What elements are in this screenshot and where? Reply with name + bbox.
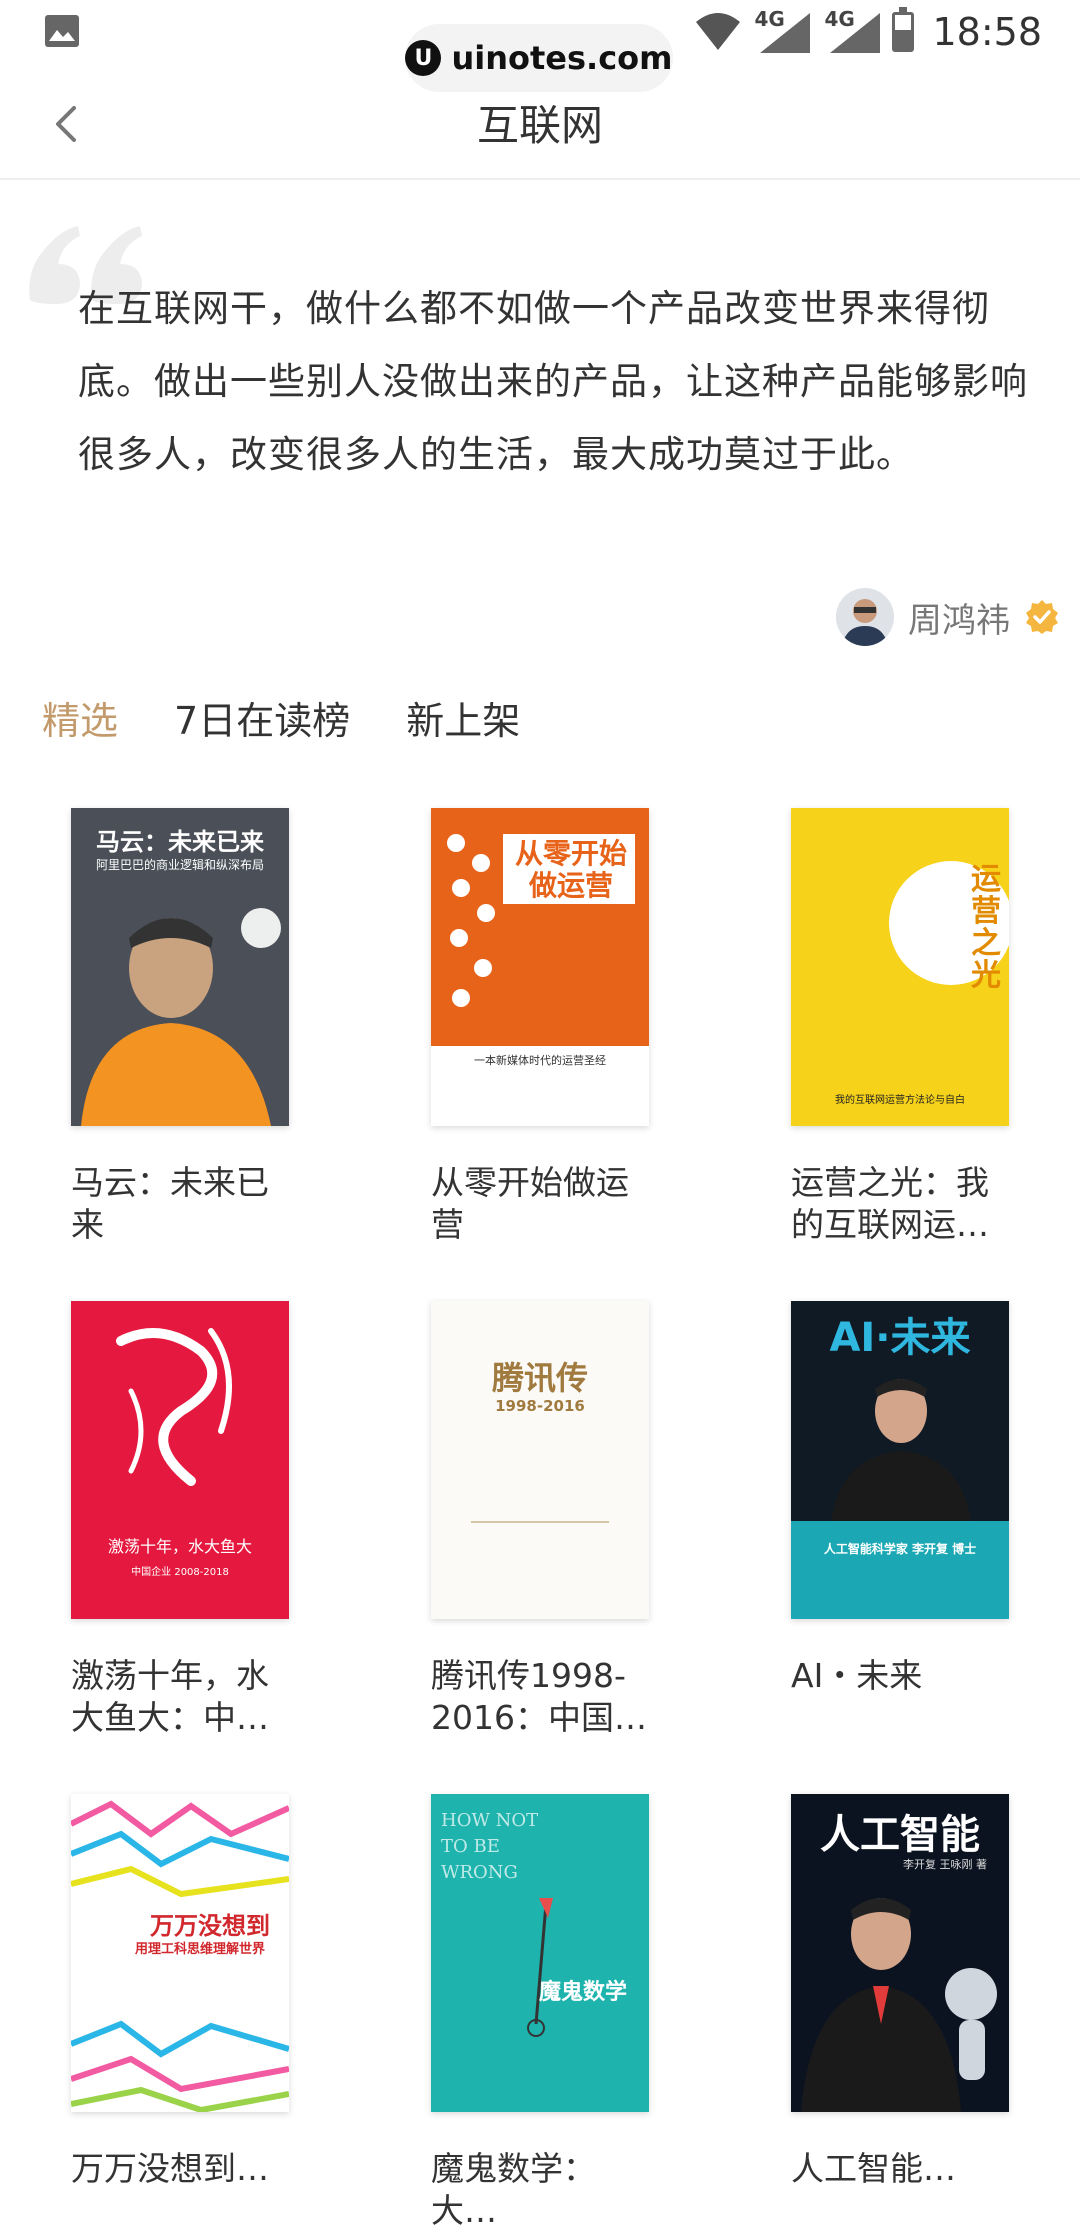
book-card-mayun[interactable]: 马云：未来已来 阿里巴巴的商业逻辑和纵深布局 马云：未来已来 bbox=[71, 808, 291, 1246]
signal-icon-2: 4G bbox=[822, 7, 882, 55]
book-title: 马云：未来已来 bbox=[71, 1163, 269, 1244]
book-cover: 马云：未来已来 阿里巴巴的商业逻辑和纵深布局 bbox=[71, 808, 289, 1126]
book-cover: 激荡十年，水大鱼大 中国企业 2008-2018 bbox=[71, 1301, 289, 1619]
cover-title: AI·未来 bbox=[829, 1315, 971, 1361]
network-type-2: 4G bbox=[824, 7, 855, 31]
signal-icon-1: 4G bbox=[752, 7, 812, 55]
cover-portrait bbox=[831, 1379, 971, 1521]
cover-subtitle: 用理工科思维理解世界 bbox=[134, 1942, 265, 1957]
book-card-jidang[interactable]: 激荡十年，水大鱼大 中国企业 2008-2018 激荡十年，水大鱼大：中… bbox=[71, 1301, 291, 1739]
cover-title: 腾讯传 bbox=[491, 1359, 588, 1397]
avatar bbox=[836, 588, 894, 646]
cover-calligraphy bbox=[116, 1328, 232, 1486]
cover-title: 激荡十年，水大鱼大 bbox=[107, 1537, 252, 1556]
book-title: 从零开始做运营 bbox=[431, 1163, 629, 1244]
book-cover: 运营之光 我的互联网运营方法论与自白 bbox=[791, 808, 1009, 1126]
page-title: 互联网 bbox=[476, 101, 603, 150]
book-cover: 从零开始做运营 一本新媒体时代的运营圣经 bbox=[431, 808, 649, 1126]
cover-dart bbox=[527, 1898, 553, 2037]
book-card-math[interactable]: HOW NOT TO BE WRONG 魔鬼数学 魔鬼数学：大… bbox=[431, 1794, 651, 2232]
book-cover: 人工智能 李开复 王咏刚 著 bbox=[791, 1794, 1009, 2112]
tab-7day-reading[interactable]: 7日在读榜 bbox=[174, 690, 350, 745]
book-card-wanwan[interactable]: 万万没想到 用理工科思维理解世界 万万没想到… bbox=[71, 1794, 291, 2190]
quote-text: 在互联网干，做什么都不如做一个产品改变世界来得彻底。做出一些别人没做出来的产品，… bbox=[78, 287, 1028, 476]
cover-subtitle: 一本新媒体时代的运营圣经 bbox=[474, 1054, 606, 1067]
book-title: 运营之光：我的互联网运… bbox=[791, 1163, 989, 1244]
author-name: 周鸿祎 bbox=[908, 600, 1010, 641]
battery-icon bbox=[892, 7, 915, 52]
cover-portrait bbox=[81, 908, 281, 1126]
cover-subtitle: 人工智能科学家 李开复 博士 bbox=[823, 1542, 977, 1556]
book-cover: 腾讯传 1998-2016 bbox=[431, 1301, 649, 1619]
verified-badge-icon bbox=[1026, 600, 1058, 634]
cover-subtitle: 阿里巴巴的商业逻辑和纵深布局 bbox=[95, 858, 264, 872]
cover-portrait bbox=[801, 1898, 997, 2112]
category-tabs: 精选 7日在读榜 新上架 bbox=[42, 690, 520, 745]
cover-title: 人工智能 bbox=[820, 1812, 980, 1858]
book-card-ai[interactable]: 人工智能 李开复 王咏刚 著 人工智能… bbox=[791, 1794, 1011, 2190]
book-card-tencent[interactable]: 腾讯传 1998-2016 腾讯传1998-2016：中国… bbox=[431, 1301, 651, 1739]
book-title: AI・未来 bbox=[791, 1656, 923, 1695]
cover-title: 马云：未来已来 bbox=[96, 828, 264, 856]
book-title: 万万没想到… bbox=[71, 2149, 269, 2188]
tab-new-arrivals[interactable]: 新上架 bbox=[406, 690, 520, 745]
network-type-1: 4G bbox=[754, 7, 785, 31]
cover-subtitle: 我的互联网运营方法论与自白 bbox=[835, 1095, 965, 1106]
book-cover: 万万没想到 用理工科思维理解世界 bbox=[71, 1794, 289, 2112]
book-title: 人工智能… bbox=[791, 2149, 956, 2188]
cover-subtitle: HOW NOT TO BE WRONG bbox=[441, 1810, 539, 1883]
book-card-operations-light[interactable]: 运营之光 我的互联网运营方法论与自白 运营之光：我的互联网运… bbox=[791, 808, 1011, 1246]
cover-subtitle: 中国企业 2008-2018 bbox=[131, 1567, 229, 1578]
wifi-icon bbox=[696, 13, 741, 50]
status-time: 18:58 bbox=[932, 10, 1042, 54]
cover-icons bbox=[447, 834, 495, 1007]
gallery-icon bbox=[45, 15, 79, 47]
cover-title: 魔鬼数学 bbox=[539, 1980, 628, 2005]
cover-subtitle: 李开复 王咏刚 著 bbox=[903, 1858, 987, 1871]
cover-title: 运营之光 bbox=[971, 862, 1001, 993]
book-cover: AI·未来 人工智能科学家 李开复 博士 bbox=[791, 1301, 1009, 1619]
book-card-operations[interactable]: 从零开始做运营 一本新媒体时代的运营圣经 从零开始做运营 bbox=[431, 808, 651, 1246]
cover-title: 万万没想到 bbox=[150, 1912, 270, 1940]
cover-title: 从零开始做运营 bbox=[514, 837, 627, 902]
book-title: 激荡十年，水大鱼大：中… bbox=[71, 1656, 269, 1737]
top-nav-bar: 互联网 bbox=[0, 64, 1080, 180]
book-title: 腾讯传1998-2016：中国… bbox=[431, 1656, 647, 1737]
book-cover: HOW NOT TO BE WRONG 魔鬼数学 bbox=[431, 1794, 649, 2112]
book-card-ai-future[interactable]: AI·未来 人工智能科学家 李开复 博士 AI・未来 bbox=[791, 1301, 1011, 1697]
cover-subtitle: 1998-2016 bbox=[495, 1397, 585, 1415]
quote-author[interactable]: 周鸿祎 bbox=[836, 586, 1060, 648]
tab-featured[interactable]: 精选 bbox=[42, 690, 118, 745]
book-title: 魔鬼数学：大… bbox=[431, 2149, 596, 2230]
